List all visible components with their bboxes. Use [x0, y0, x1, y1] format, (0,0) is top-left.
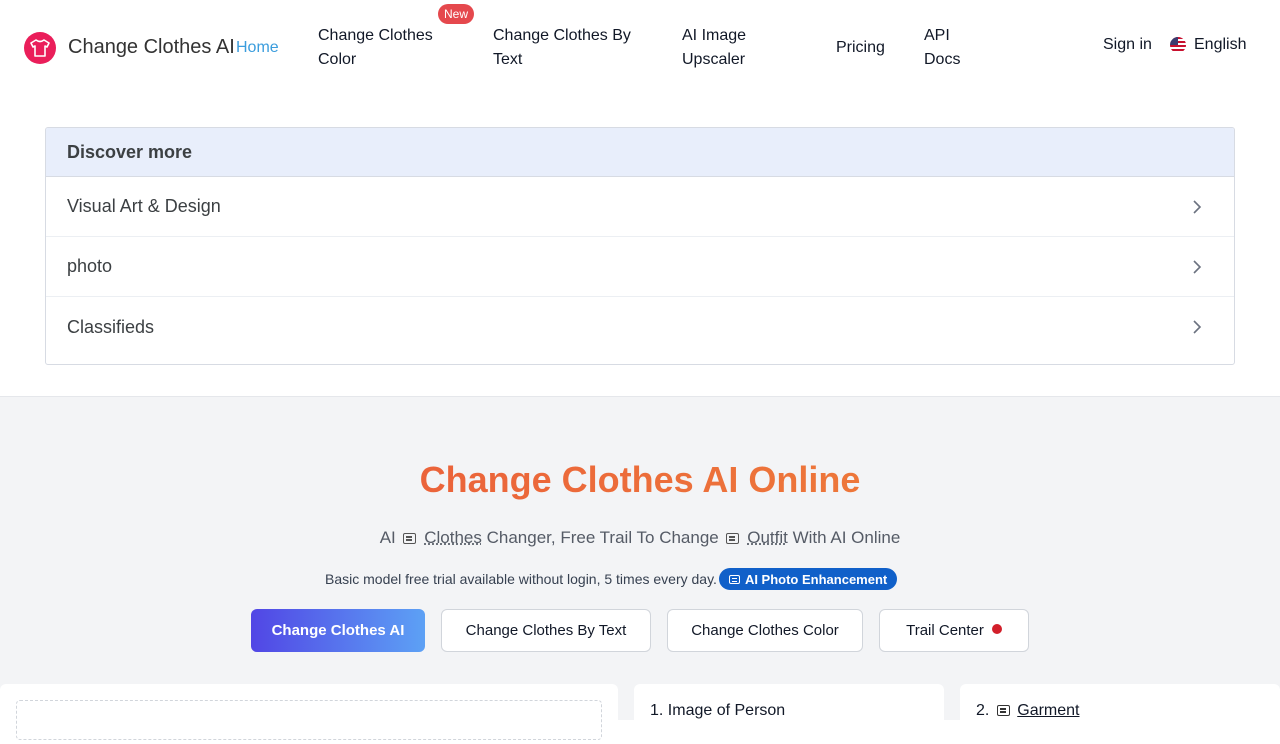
notification-dot-icon [991, 623, 1002, 634]
nav-change-clothes-color[interactable]: Change Clothes Color [318, 24, 458, 72]
trial-info: Basic model free trial available without… [325, 568, 898, 590]
upload-dropzone[interactable] [16, 700, 602, 740]
subtitle-link-clothes[interactable]: Clothes [424, 528, 482, 547]
person-image-panel: 1. Image of Person [634, 684, 944, 744]
page-title: Change Clothes AI Online [0, 459, 1280, 501]
ai-photo-enhancement-badge[interactable]: AI Photo Enhancement [718, 568, 898, 590]
person-image-label: 1. Image of Person [650, 702, 786, 719]
garment-panel: 2. Garment [960, 684, 1280, 744]
page-subtitle: AI Clothes Changer, Free Trail To Change… [0, 528, 1280, 548]
top-navigation-bar: Change Clothes AI Home Change Clothes Co… [0, 0, 1280, 96]
us-flag-icon [1170, 37, 1186, 53]
discover-item[interactable]: Classifieds [46, 297, 1234, 357]
image-icon [996, 705, 1010, 716]
nav-pricing[interactable]: Pricing [836, 36, 885, 60]
language-selector[interactable]: English [1170, 36, 1246, 54]
nav-ai-image-upscaler[interactable]: AI Image Upscaler [682, 24, 792, 72]
nav-change-clothes-by-text[interactable]: Change Clothes By Text [493, 24, 653, 72]
language-label: English [1194, 36, 1247, 53]
tshirt-logo-icon[interactable] [24, 32, 56, 64]
subtitle-text: Changer, Free Trail To Change [486, 528, 719, 547]
image-icon [728, 574, 740, 584]
badge-label: AI Photo Enhancement [744, 571, 888, 587]
discover-item[interactable]: Visual Art & Design [46, 177, 1234, 237]
nav-api-docs[interactable]: API Docs [924, 24, 974, 72]
discover-item-label: Classifieds [67, 316, 155, 337]
garment-number: 2. [976, 702, 990, 719]
chevron-right-icon [1193, 320, 1202, 334]
trial-text: Basic model free trial available without… [325, 571, 717, 587]
discover-item-label: Visual Art & Design [67, 196, 221, 216]
change-clothes-color-button[interactable]: Change Clothes Color [667, 609, 863, 652]
trail-center-button[interactable]: Trail Center [879, 609, 1029, 652]
change-clothes-ai-button[interactable]: Change Clothes AI [251, 609, 425, 652]
subtitle-text: AI [379, 528, 396, 547]
discover-more-panel: Discover more Visual Art & Design photo … [45, 127, 1235, 365]
brand-name[interactable]: Change Clothes AI [68, 36, 235, 59]
garment-label: 2. Garment [976, 702, 1080, 720]
subtitle-link-outfit[interactable]: Outfit [747, 528, 788, 547]
discover-item[interactable]: photo [46, 237, 1234, 297]
new-badge: New [438, 4, 475, 24]
subtitle-text: With AI Online [792, 528, 901, 547]
hero-section: Change Clothes AI Online AI Clothes Chan… [0, 396, 1280, 744]
sign-in-link[interactable]: Sign in [1103, 36, 1152, 54]
discover-more-heading: Discover more [46, 128, 1234, 177]
image-icon [403, 533, 417, 544]
nav-home[interactable]: Home [236, 36, 279, 60]
preview-panel [0, 684, 618, 744]
discover-item-label: photo [67, 256, 113, 276]
trail-center-label: Trail Center [906, 622, 984, 639]
image-icon [726, 533, 740, 544]
change-clothes-by-text-button[interactable]: Change Clothes By Text [441, 609, 651, 652]
garment-link[interactable]: Garment [1017, 702, 1079, 719]
chevron-right-icon [1193, 259, 1202, 274]
chevron-right-icon [1193, 199, 1202, 214]
